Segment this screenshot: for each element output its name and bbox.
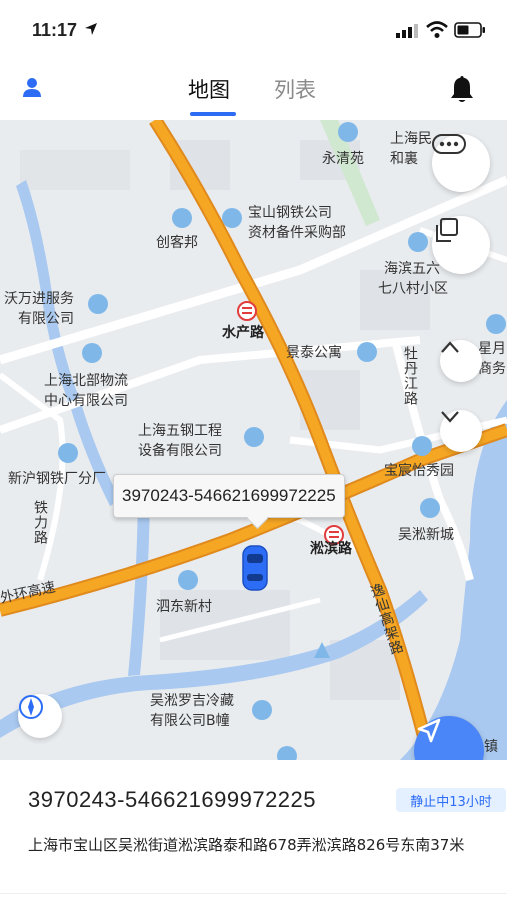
user-profile-icon[interactable] [20, 75, 44, 99]
tab-list[interactable]: 列表 [274, 74, 316, 104]
more-options-button[interactable] [432, 134, 490, 192]
map-label: 景泰公寓 [286, 345, 342, 361]
map-label: 设备有限公司 [138, 443, 222, 459]
map-label: 和裏 [390, 151, 418, 167]
map-label: 水产路 [222, 325, 264, 341]
map-label: 海滨五六 [384, 261, 440, 277]
map-label: 资材备件采购部 [248, 225, 346, 241]
compass-icon [19, 695, 43, 719]
more-dots-icon [432, 134, 466, 154]
map-label: 淞滨路 [310, 541, 352, 557]
layers-button[interactable] [432, 216, 490, 274]
map-label: 吴淞新城 [398, 527, 454, 543]
divider [0, 893, 507, 894]
map-label: 吴淞罗吉冷藏 [150, 693, 234, 709]
battery-icon [454, 22, 485, 38]
map-label: 上海北部物流 [44, 373, 128, 389]
map-label: 新沪钢铁厂分厂 [8, 471, 106, 487]
vehicle-marker-icon[interactable] [240, 544, 270, 592]
vehicle-tooltip-text: 3970243-546621699972225 [122, 486, 336, 505]
map-label: 中心有限公司 [44, 393, 128, 409]
vehicle-address: 上海市宝山区吴淞街道淞滨路泰和路678弄淞滨路826号东南37米 [28, 836, 465, 854]
navigation-arrow-icon [417, 718, 441, 743]
cellular-signal-icon [396, 24, 418, 38]
status-badge: 静止中13小时 [396, 788, 506, 812]
map-label: 有限公司B幢 [150, 713, 230, 729]
map-label: 泗东新村 [156, 599, 212, 615]
zoom-in-button[interactable] [440, 340, 482, 382]
vehicle-plate: 3970243-546621699972225 [28, 787, 317, 812]
status-bar: 11:17 [0, 0, 507, 62]
copy-layers-icon [436, 218, 458, 242]
map-label: 商务 [478, 361, 506, 377]
map-view[interactable]: 上海民 和裏 永清苑 宝山钢铁公司 资材备件采购部 创客邦 海滨五六 七八村小区… [0, 120, 507, 760]
status-time: 11:17 [32, 20, 78, 40]
compass-button[interactable] [18, 694, 62, 738]
map-label: 宝宸怡秀园 [384, 463, 454, 479]
tab-map[interactable]: 地图 [188, 74, 230, 104]
map-label: 七八村小区 [378, 281, 448, 297]
map-label: 沃万进服务 [4, 291, 74, 307]
vehicle-tooltip[interactable]: 3970243-546621699972225 [113, 474, 345, 518]
map-label: 牡丹江路 [402, 346, 418, 406]
map-label: 有限公司 [18, 311, 74, 327]
map-label: 上海五钢工程 [138, 423, 222, 439]
map-label: 永清苑 [322, 151, 364, 167]
notification-bell-icon[interactable] [448, 74, 476, 104]
map-label: 宝山钢铁公司 [248, 205, 332, 221]
zoom-out-button[interactable] [440, 410, 482, 452]
wifi-icon [426, 21, 448, 38]
active-tab-indicator [190, 112, 236, 116]
chevron-down-icon [441, 411, 459, 423]
map-label: 创客邦 [156, 235, 198, 251]
location-arrow-icon [85, 23, 97, 35]
map-label: 上海民 [390, 131, 432, 147]
map-label: 铁力路 [32, 500, 48, 545]
top-nav-bar [0, 62, 507, 120]
vehicle-info-panel[interactable] [0, 760, 507, 900]
chevron-up-icon [441, 341, 459, 353]
map-label: 镇 [484, 739, 498, 755]
map-label: 星月 [478, 341, 506, 357]
